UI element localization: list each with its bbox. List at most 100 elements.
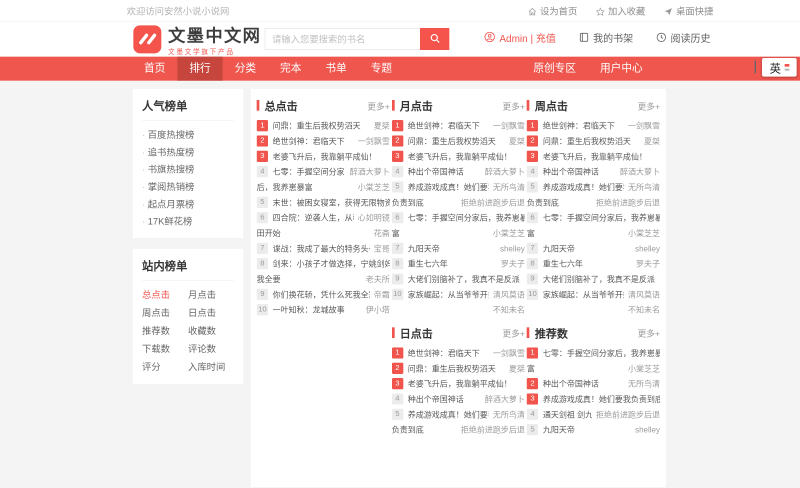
book-title-link[interactable]: 4 种出个帝国神话 (526, 166, 599, 178)
ime-indicator[interactable]: 英 (762, 58, 797, 77)
book-title-link[interactable]: 7 九阳天帝 (526, 242, 575, 255)
book-title-link[interactable]: 5 末世：被困女寝室，获得无限物资 (256, 196, 390, 209)
book-title-link[interactable]: 2 问鼎：重生后我权势滔天 (391, 135, 496, 147)
book-title-link[interactable]: 3 老婆飞升后，我靠躺平成仙！ (526, 150, 647, 163)
book-title-link[interactable]: 1 绝世剑神：君临天下 (391, 347, 480, 359)
nav-item[interactable]: 完本 (268, 57, 313, 81)
search-button[interactable] (420, 28, 450, 51)
sidebar-ranking-item[interactable]: 书旗热搜榜 (142, 161, 234, 178)
book-title-link[interactable]: 2 绝世剑神：君临天下 (256, 135, 345, 147)
nav-item[interactable]: 原创专区 (521, 57, 588, 81)
book-title-link[interactable]: 4 种出个帝国神话 (391, 393, 464, 405)
site-ranking-link[interactable]: 评分 (142, 358, 188, 376)
book-title-link[interactable]: 9 大佬们别脑补了，我真不是反派 (526, 273, 655, 285)
site-ranking-link[interactable]: 周点击 (142, 304, 188, 322)
account-link[interactable]: Admin | 充值 (484, 31, 556, 45)
book-author: 一剑飘雪 (492, 348, 525, 359)
site-rankings-grid: 总点击 月点击 周点击 日点击 推荐数 收藏数 下载数 评论数 评分 入库时间 (142, 286, 234, 376)
more-link[interactable]: 更多+ (638, 99, 660, 112)
book-title-link[interactable]: 富 (527, 363, 535, 374)
book-title-link[interactable]: 6 七零：手握空间分家后，我养崽暴 (391, 212, 525, 224)
ranking-list: 1 绝世剑神：君临天下 一剑飘雪 2 问鼎：重生后我权势滔天 夏桀 3 老婆飞升后，我靠躺平成… (391, 118, 525, 317)
book-title-link[interactable]: 5 九阳天帝 (526, 424, 575, 436)
more-link[interactable]: 更多+ (638, 326, 660, 339)
book-title-link[interactable]: 1 问鼎：重生后我权势滔天 (256, 120, 361, 132)
site-ranking-link[interactable]: 推荐数 (142, 322, 188, 340)
desktop-shortcut-link[interactable]: 桌面快捷 (664, 5, 713, 18)
ranking-section: 总点击 更多+ 1 问鼎：重生后我权势滔天 夏桀 2 绝世剑神：君临天下 一剑飘雪 3 老婆飞升后… (256, 98, 390, 317)
site-ranking-link[interactable]: 日点击 (188, 304, 234, 322)
site-title: 文墨中文网 (168, 25, 262, 46)
set-homepage-link[interactable]: 设为首页 (528, 5, 577, 18)
book-title-link[interactable]: 1 绝世剑神：君临天下 (391, 120, 480, 132)
site-ranking-link[interactable]: 月点击 (188, 286, 234, 304)
book-title-link[interactable]: 2 问鼎：重生后我权势滔天 (391, 362, 496, 375)
book-title-link[interactable]: 10 一叶知秋：龙城故事 (256, 304, 345, 316)
sidebar-ranking-item[interactable]: 起点月票榜 (142, 195, 234, 212)
book-title-link[interactable]: 2 种出个帝国神话 (526, 378, 599, 390)
reading-history-link[interactable]: 阅读历史 (656, 31, 711, 45)
book-title-link[interactable]: 8 重生七六年 (391, 258, 448, 270)
nav-item[interactable]: 分类 (223, 57, 268, 81)
book-title-link[interactable]: 富 (392, 227, 400, 238)
book-title-link[interactable]: 富 (527, 227, 535, 238)
book-title-link[interactable]: 6 四合院：逆袭人生，从种 (256, 212, 354, 224)
book-title-link[interactable]: 3 老婆飞升后，我靠躺平成仙！ (256, 150, 377, 163)
more-link[interactable]: 更多+ (502, 326, 524, 339)
book-title-link[interactable]: 5 养成游戏成真！她们要我 (391, 408, 489, 421)
book-title-link[interactable]: 1 绝世剑神：君临天下 (526, 120, 615, 132)
more-link[interactable]: 更多+ (502, 99, 524, 112)
book-title-link[interactable]: 9 大佬们别脑补了，我真不是反派 (391, 273, 520, 285)
sidebar-ranking-item[interactable]: 17K鲜花榜 (142, 213, 234, 230)
site-ranking-link[interactable]: 总点击 (142, 286, 188, 304)
rankings-column-3: 周点击 更多+ 1 绝世剑神：君临天下 一剑飘雪 2 问鼎：重生后我权势滔天 夏桀 3 老婆飞升后… (526, 98, 660, 437)
sidebar-ranking-item[interactable]: 追书热度榜 (142, 143, 234, 160)
book-title-link[interactable]: 1 七零：手握空间分家后，我养崽暴 (526, 347, 660, 359)
rank-badge: 3 (391, 378, 404, 390)
book-title-link[interactable]: 5 养成游戏成真！她们要我 (391, 181, 489, 193)
site-logo[interactable]: 文墨中文网 文墨文学旗下产品 (133, 25, 261, 56)
rank-badge: 4 (391, 166, 404, 178)
book-title-link[interactable]: 负责到底 (392, 197, 424, 208)
bookshelf-link[interactable]: 我的书架 (579, 31, 633, 45)
site-ranking-link[interactable]: 收藏数 (188, 322, 234, 340)
sidebar-ranking-item[interactable]: 百度热搜榜 (142, 126, 234, 143)
book-title-link[interactable]: 4 七零：手握空间分家 (256, 166, 345, 178)
search-input[interactable] (264, 28, 421, 51)
book-title-link[interactable]: 4 种出个帝国神话 (391, 166, 464, 178)
sidebar-ranking-item[interactable]: 掌阅热销榜 (142, 178, 234, 195)
book-title-link[interactable]: 我全要 (257, 273, 281, 284)
book-title-link[interactable]: 7 九阳天帝 (391, 242, 440, 255)
add-favorite-link[interactable]: 加入收藏 (596, 5, 645, 18)
book-title-link[interactable]: 3 养成游戏成真！她们要我负责到底 (526, 393, 660, 405)
ranking-list-item: 2 绝世剑神：君临天下 一剑飘雪 (256, 133, 390, 148)
nav-item[interactable]: 排行 (177, 56, 223, 81)
ranking-list-item: 1 七零：手握空间分家后，我养崽暴富 小棠芝芝 (526, 345, 660, 376)
nav-item[interactable]: 用户中心 (588, 57, 655, 81)
book-title-link[interactable]: 负责到底 (527, 197, 559, 208)
book-title-link[interactable]: 10 家族崛起：从当爷爷开始 (391, 288, 489, 301)
book-title-link[interactable]: 3 老婆飞升后，我靠躺平成仙！ (391, 150, 512, 163)
book-title-link[interactable]: 2 问鼎：重生后我权势滔天 (526, 135, 631, 147)
book-title-link[interactable]: 田开始 (257, 227, 281, 238)
book-title-link[interactable]: 8 重生七六年 (526, 258, 583, 270)
book-author: 无所鸟清 (492, 182, 525, 193)
nav-item[interactable]: 专题 (359, 57, 404, 81)
book-title-link[interactable]: 6 七零：手握空间分家后，我养崽暴 (526, 212, 660, 224)
book-title-link[interactable]: 4通天剑祖 剑九歌 (526, 408, 592, 421)
site-ranking-link[interactable]: 评论数 (188, 340, 234, 358)
book-title-link[interactable]: 后，我养崽暴富 (257, 181, 313, 192)
book-title-link[interactable]: 3 老婆飞升后，我靠躺平成仙！ (391, 378, 512, 390)
book-title-link[interactable]: 9 你们换花轿，凭什么死我全家 (256, 288, 370, 301)
book-title-link[interactable]: 8 剑来：小孩子才做选择，宁姚剑妈 (256, 258, 390, 270)
more-link[interactable]: 更多+ (367, 99, 389, 112)
site-ranking-link[interactable]: 下载数 (142, 340, 188, 358)
book-title-link[interactable]: 10 家族崛起：从当爷爷开始 (526, 288, 624, 301)
ranking-list-item: 1 问鼎：重生后我权势滔天 夏桀 (256, 118, 390, 133)
book-title-link[interactable]: 7 谍战：我成了最大的特务头子 (256, 242, 370, 255)
nav-item[interactable]: 首页 (132, 57, 177, 81)
nav-item[interactable]: 书单 (313, 57, 358, 81)
book-title-link[interactable]: 负责到底 (392, 424, 424, 435)
book-title-link[interactable]: 5 养成游戏成真！她们要我 (526, 181, 624, 193)
site-ranking-link[interactable]: 入库时间 (188, 358, 234, 376)
